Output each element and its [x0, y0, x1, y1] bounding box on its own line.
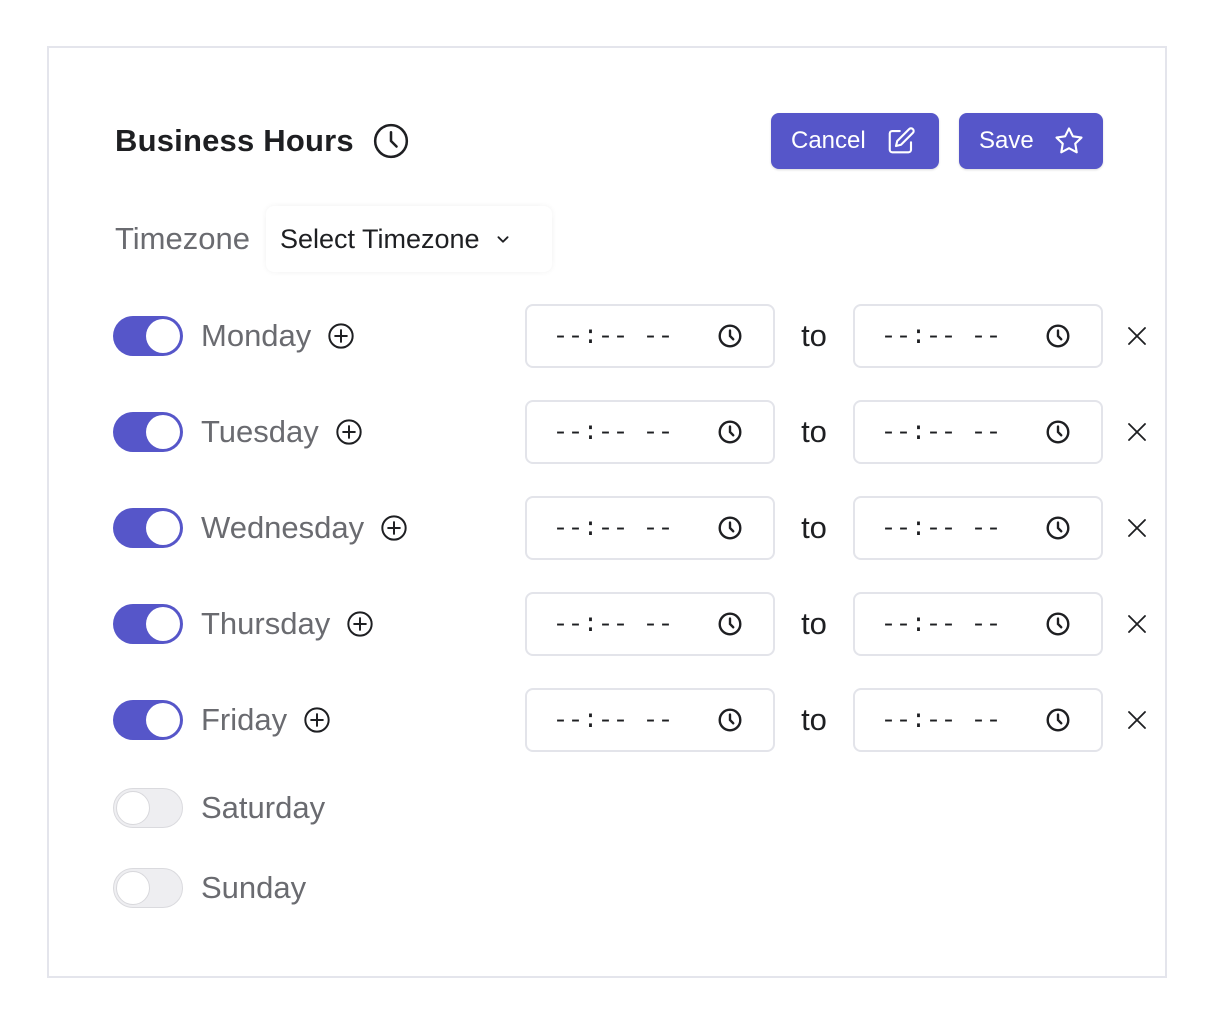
start-time-input[interactable]: --:-- --: [525, 304, 775, 368]
day-row-friday: Friday --:-- -- to --:-- --: [113, 688, 1146, 752]
clock-icon[interactable]: [717, 323, 743, 349]
end-time-input[interactable]: --:-- --: [853, 688, 1103, 752]
clock-icon[interactable]: [1045, 419, 1071, 445]
day-label-friday: Friday: [201, 702, 288, 737]
clock-icon[interactable]: [717, 611, 743, 637]
day-row-wednesday: Wednesday --:-- -- to --:-- --: [113, 496, 1146, 560]
day-toggle-friday[interactable]: [113, 700, 183, 740]
day-row-monday: Monday --:-- -- to --:-- --: [113, 304, 1146, 368]
day-toggle-wednesday[interactable]: [113, 508, 183, 548]
start-time-input[interactable]: --:-- --: [525, 496, 775, 560]
toggle-knob: [146, 511, 180, 545]
day-toggle-monday[interactable]: [113, 316, 183, 356]
plus-circle-icon[interactable]: [346, 610, 374, 638]
to-label: to: [801, 510, 827, 545]
clock-icon: [373, 123, 408, 159]
to-label: to: [801, 702, 827, 737]
close-icon[interactable]: [1125, 420, 1149, 444]
day-row-sunday: Sunday: [113, 856, 1103, 920]
close-icon[interactable]: [1125, 708, 1149, 732]
header-actions: Cancel Save: [771, 113, 1103, 169]
timezone-label: Timezone: [115, 221, 250, 256]
day-label-sunday: Sunday: [201, 870, 307, 905]
day-label-tuesday: Tuesday: [201, 414, 319, 449]
end-time-input[interactable]: --:-- --: [853, 496, 1103, 560]
time-range-tuesday: --:-- -- to --:-- --: [525, 400, 1103, 464]
toggle-knob: [116, 871, 150, 905]
clock-icon[interactable]: [717, 515, 743, 541]
time-range-thursday: --:-- -- to --:-- --: [525, 592, 1103, 656]
time-range-friday: --:-- -- to --:-- --: [525, 688, 1103, 752]
start-time-value: --:-- --: [553, 609, 674, 639]
start-time-value: --:-- --: [553, 321, 674, 351]
to-label: to: [801, 606, 827, 641]
clock-icon[interactable]: [717, 707, 743, 733]
end-time-value: --:-- --: [881, 321, 1002, 351]
close-icon[interactable]: [1125, 612, 1149, 636]
toggle-knob: [146, 703, 180, 737]
time-range-monday: --:-- -- to --:-- --: [525, 304, 1103, 368]
day-row-saturday: Saturday: [113, 776, 1103, 840]
start-time-input[interactable]: --:-- --: [525, 400, 775, 464]
toggle-knob: [146, 415, 180, 449]
toggle-knob: [146, 319, 180, 353]
day-toggle-saturday[interactable]: [113, 788, 183, 828]
end-time-value: --:-- --: [881, 705, 1002, 735]
plus-circle-icon[interactable]: [335, 418, 363, 446]
start-time-value: --:-- --: [553, 705, 674, 735]
day-label-thursday: Thursday: [201, 606, 331, 641]
timezone-select[interactable]: Select Timezone: [266, 206, 552, 272]
to-label: to: [801, 318, 827, 353]
day-label-saturday: Saturday: [201, 790, 326, 825]
end-time-input[interactable]: --:-- --: [853, 592, 1103, 656]
close-icon[interactable]: [1125, 516, 1149, 540]
day-label-monday: Monday: [201, 318, 312, 353]
clock-icon[interactable]: [1045, 707, 1071, 733]
plus-circle-icon[interactable]: [303, 706, 331, 734]
close-icon[interactable]: [1125, 324, 1149, 348]
save-button-label: Save: [979, 127, 1034, 154]
day-toggle-thursday[interactable]: [113, 604, 183, 644]
start-time-value: --:-- --: [553, 513, 674, 543]
cancel-button-label: Cancel: [791, 127, 866, 154]
to-label: to: [801, 414, 827, 449]
business-hours-card: Business Hours Cancel Save Timezone Sele…: [47, 46, 1167, 978]
end-time-value: --:-- --: [881, 417, 1002, 447]
day-toggle-sunday[interactable]: [113, 868, 183, 908]
title-group: Business Hours: [115, 122, 410, 160]
clock-icon[interactable]: [717, 419, 743, 445]
card-header: Business Hours Cancel Save: [115, 112, 1103, 170]
end-time-input[interactable]: --:-- --: [853, 400, 1103, 464]
start-time-input[interactable]: --:-- --: [525, 592, 775, 656]
cancel-button[interactable]: Cancel: [771, 113, 939, 169]
day-label-wednesday: Wednesday: [201, 510, 365, 545]
plus-circle-icon[interactable]: [380, 514, 408, 542]
end-time-input[interactable]: --:-- --: [853, 304, 1103, 368]
day-toggle-tuesday[interactable]: [113, 412, 183, 452]
time-range-wednesday: --:-- -- to --:-- --: [525, 496, 1103, 560]
clock-icon[interactable]: [1045, 515, 1071, 541]
day-row-tuesday: Tuesday --:-- -- to --:-- --: [113, 400, 1146, 464]
start-time-value: --:-- --: [553, 417, 674, 447]
day-row-thursday: Thursday --:-- -- to --:-- --: [113, 592, 1146, 656]
end-time-value: --:-- --: [881, 609, 1002, 639]
toggle-knob: [146, 607, 180, 641]
star-icon: [1055, 127, 1083, 154]
chevron-down-icon: [497, 236, 509, 243]
start-time-input[interactable]: --:-- --: [525, 688, 775, 752]
save-button[interactable]: Save: [959, 113, 1103, 169]
clock-icon[interactable]: [1045, 323, 1071, 349]
timezone-row: Timezone Select Timezone: [115, 206, 552, 272]
toggle-knob: [116, 791, 150, 825]
page-title: Business Hours: [115, 123, 354, 158]
timezone-selected-value: Select Timezone: [279, 223, 480, 254]
edit-icon: [888, 127, 915, 154]
clock-icon[interactable]: [1045, 611, 1071, 637]
end-time-value: --:-- --: [881, 513, 1002, 543]
plus-circle-icon[interactable]: [327, 322, 355, 350]
